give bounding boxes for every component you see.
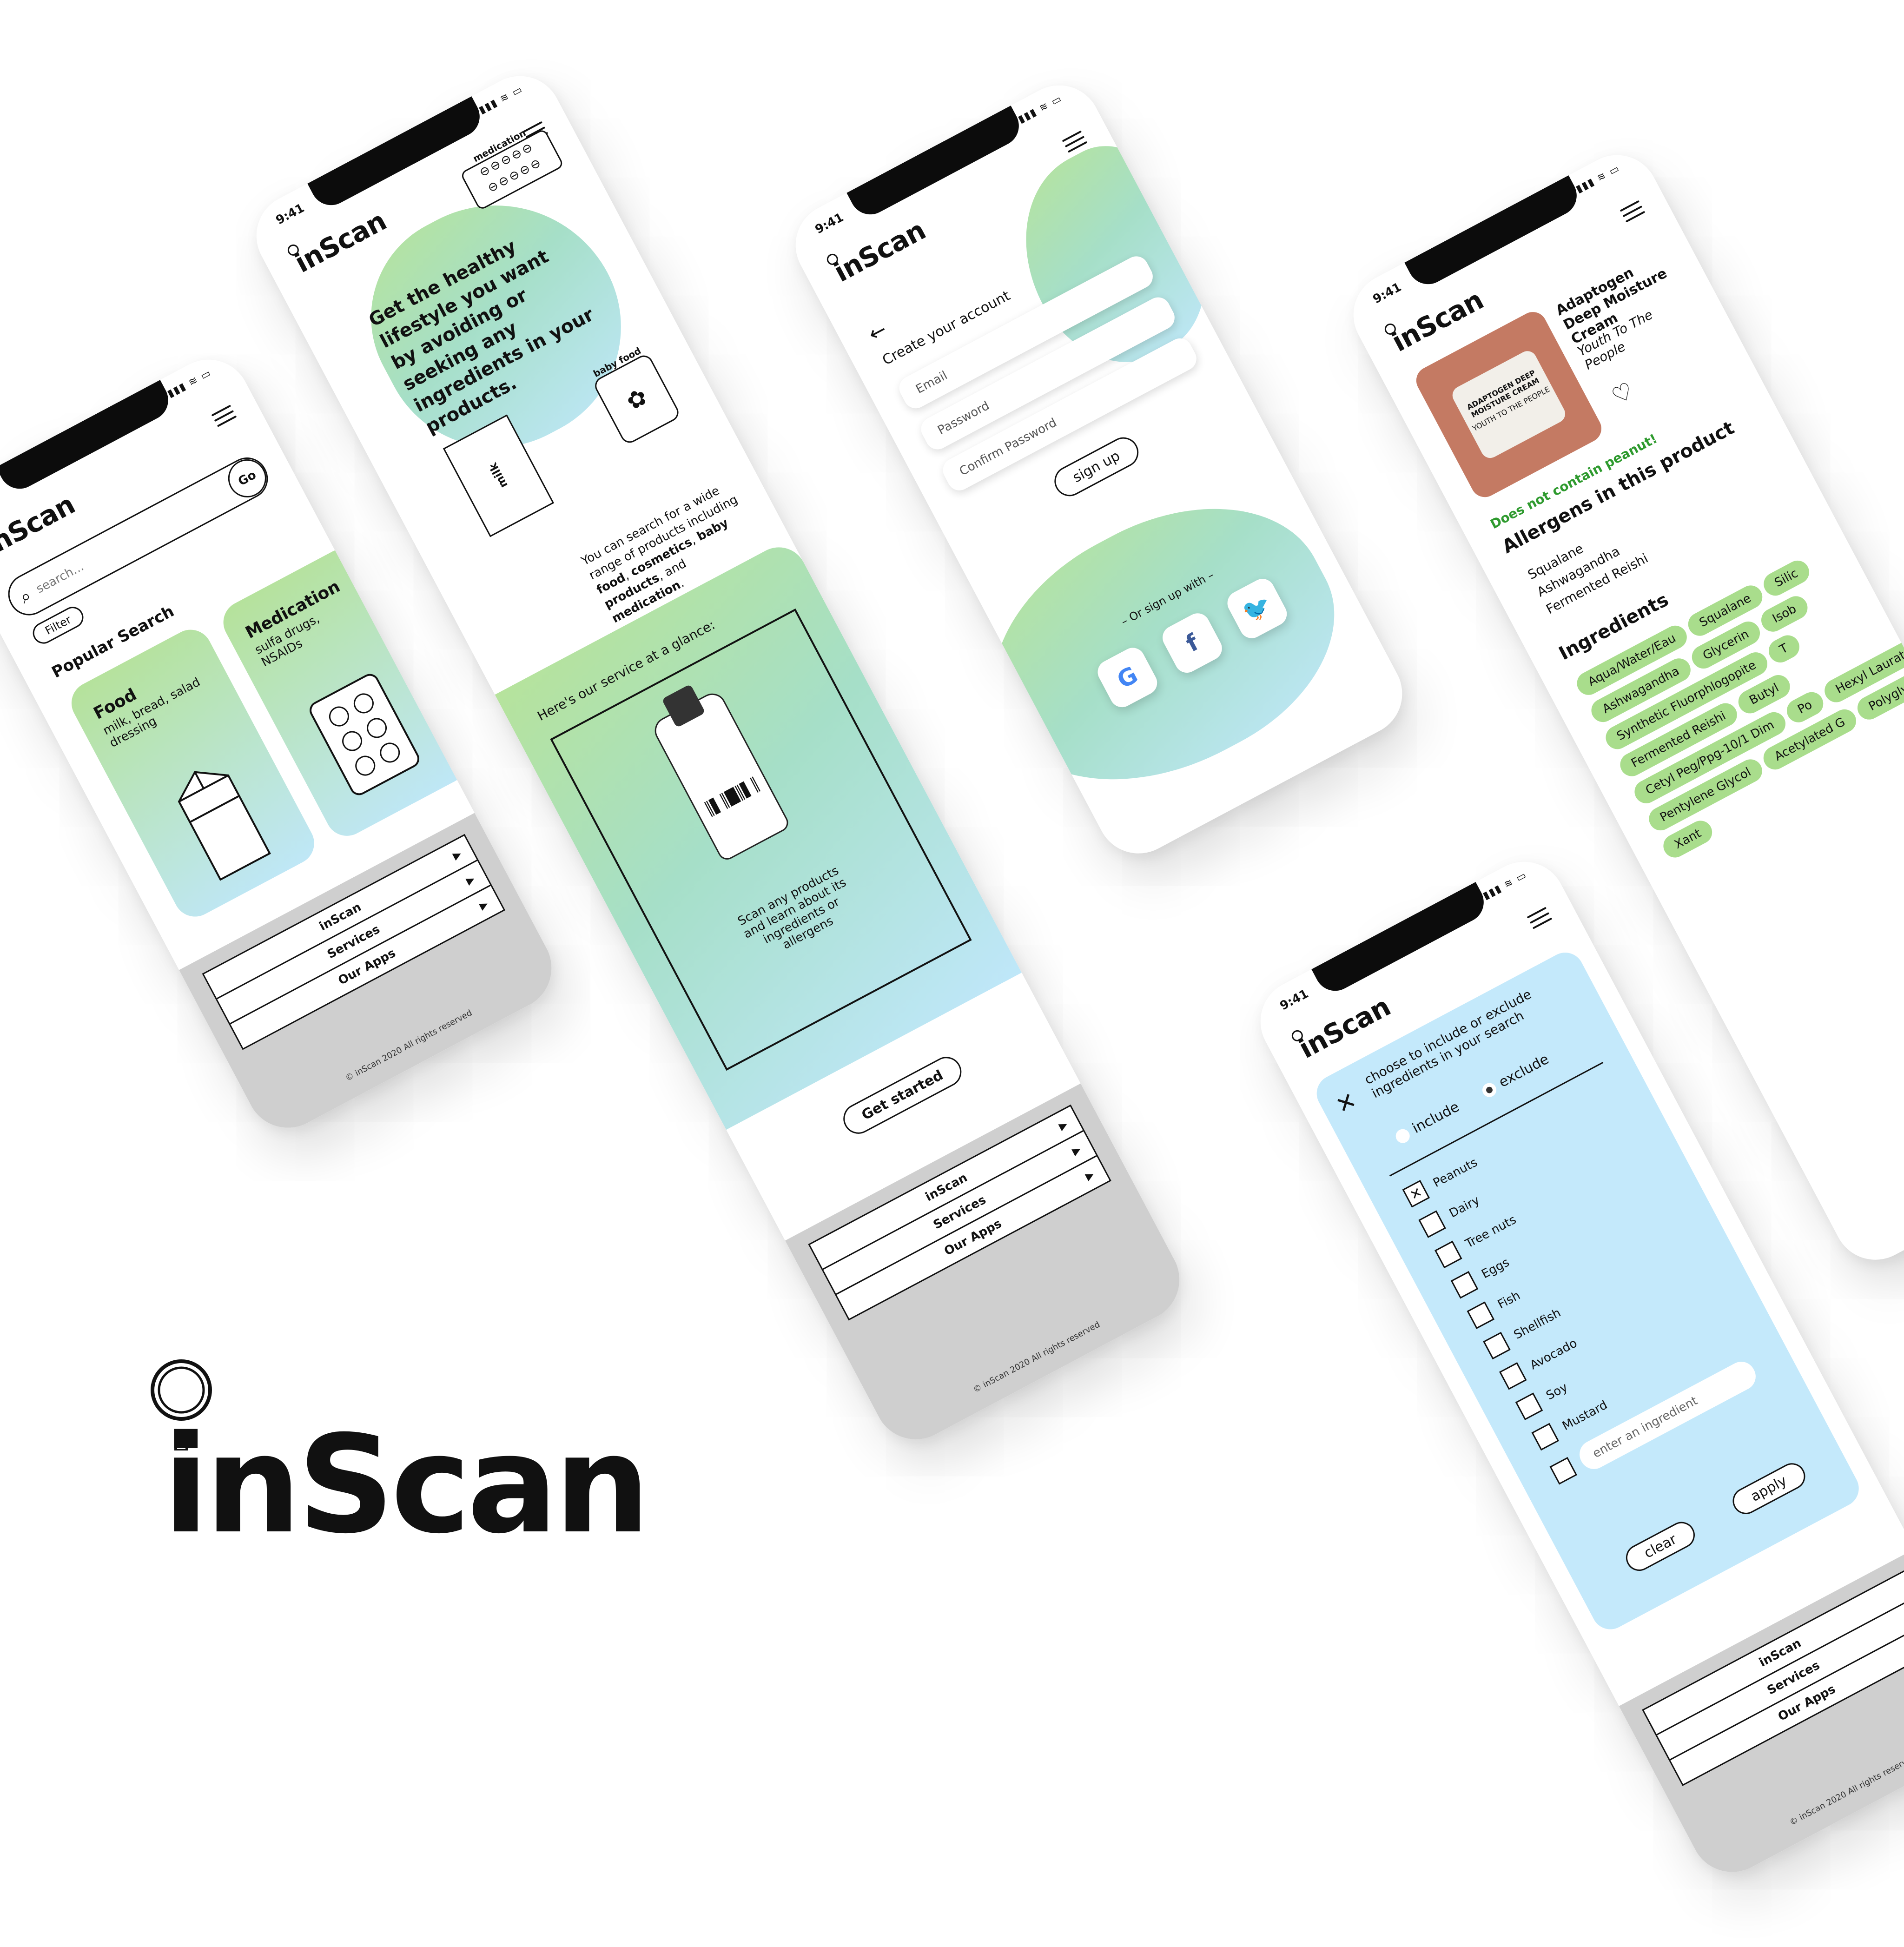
ingredient-tag[interactable]: Silic xyxy=(1759,556,1813,600)
triangle-icon: ▶ xyxy=(464,873,477,887)
exclude-radio[interactable]: exclude xyxy=(1479,1051,1552,1100)
triangle-icon: ▶ xyxy=(477,898,490,912)
status-time: 9:41 xyxy=(1370,280,1404,307)
status-icons: ▮▮▮ ≋ ▭ xyxy=(1481,869,1529,902)
checked-x-icon: ✕ xyxy=(1402,1180,1430,1208)
hamburger-menu-icon[interactable] xyxy=(1620,200,1646,223)
notch xyxy=(1404,175,1584,291)
footer: inScan ▶ Services ▶ Our Apps ▶ © inScan 202… xyxy=(785,1083,1194,1454)
notch xyxy=(1311,882,1491,998)
status-time: 9:41 xyxy=(813,210,846,237)
brand-logo[interactable]: inScan xyxy=(825,214,931,288)
status-icons: ▮▮▮ ≋ ▭ xyxy=(165,367,214,400)
close-icon[interactable]: ✕ xyxy=(1331,1086,1361,1119)
clear-button[interactable]: clear xyxy=(1621,1517,1699,1576)
filter-heading: choose to include or exclude ingredients… xyxy=(1362,986,1534,1101)
status-time: 9:41 xyxy=(1277,987,1311,1013)
status-icons: ▮▮▮ ≋ ▭ xyxy=(1574,162,1622,196)
ingredient-checklist: ✕ Peanuts Dairy Tree nuts Eggs Fish Shell… xyxy=(1402,1083,1767,1500)
hamburger-menu-icon[interactable] xyxy=(1527,907,1553,929)
notch xyxy=(846,106,1026,222)
footer-link-services[interactable]: Services ▶ xyxy=(823,1131,1097,1295)
notch xyxy=(0,380,176,496)
ingredient-tag[interactable]: Isob xyxy=(1757,592,1812,636)
bottle-icon: ║▌║█║▌║ xyxy=(650,684,792,863)
hamburger-menu-icon[interactable] xyxy=(1062,130,1088,153)
status-icons: ▮▮▮ ≋ ▭ xyxy=(477,83,525,117)
product-jar: ADAPTOGEN DEEP MOISTURE CREAM YOUTH TO T… xyxy=(1449,348,1569,462)
triangle-icon: ▶ xyxy=(1084,1168,1096,1183)
copyright: © inScan 2020 All rights reserved xyxy=(972,1319,1102,1395)
milk-carton-icon xyxy=(178,771,271,881)
triangle-icon: ▶ xyxy=(1070,1143,1083,1158)
include-radio[interactable]: include xyxy=(1393,1099,1462,1146)
footer-links: inScan Services Our Apps xyxy=(1642,1570,1904,1786)
apply-button[interactable]: apply xyxy=(1728,1458,1810,1519)
footer-links: inScan ▶ Services ▶ Our Apps ▶ xyxy=(808,1104,1111,1321)
status-icons: ▮▮▮ ≋ ▭ xyxy=(1016,93,1064,126)
status-time: 9:41 xyxy=(273,201,307,228)
triangle-icon: ▶ xyxy=(1057,1118,1070,1132)
big-logo-text: inScan xyxy=(163,1407,650,1563)
favorite-heart-icon[interactable]: ♡ xyxy=(1607,377,1638,410)
pill-pack-icon xyxy=(310,674,420,795)
go-button[interactable]: Go xyxy=(221,452,273,504)
scan-text: Scan any products and learn about its in… xyxy=(735,863,849,953)
barcode-icon: ║▌║█║▌║ xyxy=(702,776,762,819)
back-arrow-icon[interactable]: ← xyxy=(865,318,891,346)
search-icon: ⌕ xyxy=(16,584,35,608)
notch xyxy=(307,96,487,212)
get-started-button[interactable]: Get started xyxy=(838,1051,967,1139)
hamburger-menu-icon[interactable] xyxy=(211,404,237,427)
brand-logo[interactable]: inScan xyxy=(285,205,391,279)
ingredient-tag[interactable]: T xyxy=(1764,631,1804,667)
triangle-icon: ▶ xyxy=(451,848,463,862)
